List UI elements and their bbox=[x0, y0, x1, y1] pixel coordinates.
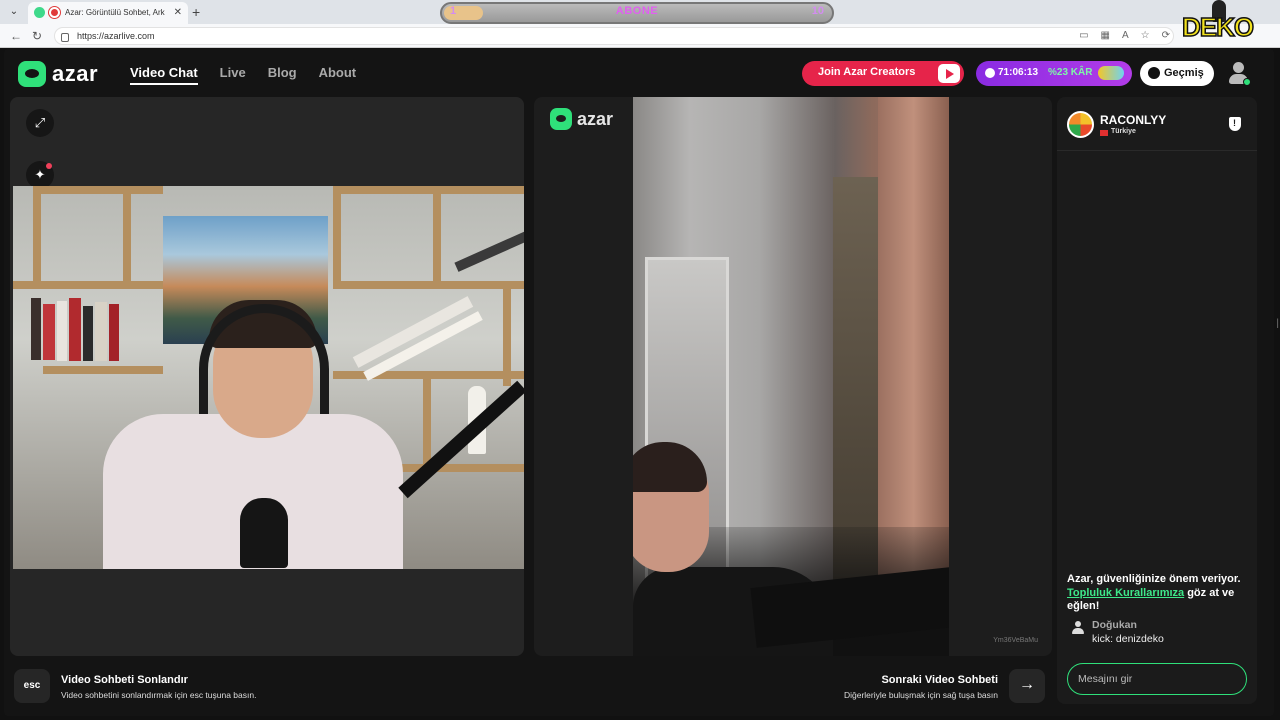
expand-icon[interactable]: ⤢ bbox=[26, 109, 54, 137]
promo-discount: %23 KÂR bbox=[1048, 67, 1093, 78]
end-chat-button[interactable]: esc bbox=[14, 669, 50, 703]
history-clock-icon bbox=[1148, 67, 1160, 79]
self-video-panel: ⤢ ✦ ☻ bbox=[10, 97, 524, 656]
safety-notice: Azar, güvenliğinize önem veriyor. Toplul… bbox=[1067, 573, 1253, 614]
partner-name: RACONLYY bbox=[1100, 113, 1167, 127]
clock-icon bbox=[985, 68, 995, 78]
join-creators-button[interactable]: Join Azar Creators bbox=[802, 61, 964, 86]
scroll-edge-marker: | bbox=[1276, 318, 1279, 329]
community-guidelines-link[interactable]: Topluluk Kurallarımıza bbox=[1067, 587, 1184, 599]
next-chat-hint: Diğerleriyle buluşmak için sağ tuşa bası… bbox=[843, 690, 998, 700]
tab-list-chevron-down-icon[interactable]: ⌄ bbox=[6, 4, 22, 20]
tab-audio-icon bbox=[34, 7, 45, 18]
session-watermark: Ym36VeBaMu bbox=[993, 637, 1038, 644]
url-field[interactable]: https://azarlive.com bbox=[54, 27, 1174, 45]
user-icon bbox=[1071, 621, 1085, 635]
deko-logo-text: DEKO bbox=[1181, 11, 1255, 43]
deko-logo: DEKO bbox=[1180, 0, 1280, 46]
profile-avatar-icon[interactable] bbox=[1226, 61, 1252, 87]
history-label: Geçmiş bbox=[1164, 67, 1204, 79]
self-camera-feed bbox=[13, 186, 524, 569]
favorite-star-icon[interactable]: ☆ bbox=[1141, 28, 1150, 44]
end-chat-hint: Video sohbetini sonlandırmak için esc tu… bbox=[61, 690, 257, 700]
camera-icon[interactable]: ▭ bbox=[1079, 28, 1088, 44]
nav-live[interactable]: Live bbox=[220, 65, 246, 85]
browser-tab[interactable]: Azar: Görüntülü Sohbet, Arka ✕ bbox=[28, 2, 188, 24]
join-creators-label: Join Azar Creators bbox=[818, 66, 916, 78]
url-text: https://azarlive.com bbox=[77, 31, 155, 41]
safety-text: Azar, güvenliğinize önem veriyor. bbox=[1067, 573, 1241, 585]
remote-camera-feed bbox=[633, 97, 949, 656]
microphone bbox=[240, 498, 288, 568]
lock-icon bbox=[61, 33, 69, 42]
chat-header: RACONLYY Türkiye bbox=[1057, 97, 1257, 151]
azar-page: azar Video Chat Live Blog About Join Aza… bbox=[4, 49, 1274, 716]
next-chat-arrow-icon[interactable]: → bbox=[1009, 669, 1045, 703]
browser-tab-bar: ⌄ Azar: Görüntülü Sohbet, Arka ✕ + 1 ABO… bbox=[0, 0, 1280, 24]
next-chat-title: Sonraki Video Sohbeti bbox=[881, 674, 998, 686]
azar-logo-icon bbox=[550, 108, 572, 130]
azar-logo[interactable]: azar bbox=[18, 60, 98, 88]
gems-icon bbox=[1098, 66, 1124, 80]
subscribe-progress-bar: 1 ABONE 10 bbox=[440, 2, 834, 24]
tab-close-icon[interactable]: ✕ bbox=[174, 5, 182, 21]
app-grid-icon[interactable]: ▦ bbox=[1101, 28, 1110, 44]
refresh-page-icon[interactable]: ⟳ bbox=[1162, 28, 1170, 44]
sparkle-effects-icon[interactable]: ✦ bbox=[26, 161, 54, 189]
message-text: kick: denizdeko bbox=[1092, 633, 1164, 645]
end-chat-title: Video Sohbeti Sonlandır bbox=[61, 674, 188, 686]
back-icon[interactable]: ← bbox=[10, 28, 22, 44]
partner-avatar[interactable] bbox=[1067, 111, 1094, 138]
partner-country: Türkiye bbox=[1111, 128, 1136, 135]
main-nav: Video Chat Live Blog About bbox=[130, 65, 356, 85]
remote-video-stage: azar Ym36VeBaMu bbox=[534, 97, 1052, 656]
azar-logo-text: azar bbox=[52, 61, 99, 86]
nav-blog[interactable]: Blog bbox=[268, 65, 297, 85]
new-tab-button[interactable]: + bbox=[192, 2, 200, 22]
read-aloud-icon[interactable]: A bbox=[1122, 28, 1129, 44]
message-sender: Doğukan bbox=[1092, 619, 1137, 631]
subscribe-progress-goal: 10 bbox=[811, 5, 824, 17]
report-shield-icon[interactable] bbox=[1229, 117, 1241, 131]
chat-message-input[interactable] bbox=[1067, 663, 1247, 695]
chat-panel: RACONLYY Türkiye Azar, güvenliğinize öne… bbox=[1057, 97, 1257, 704]
promo-countdown: 71:06:13 bbox=[998, 67, 1039, 78]
play-icon bbox=[938, 64, 960, 83]
microphone-arm bbox=[398, 380, 524, 499]
turkey-flag-icon bbox=[1100, 130, 1108, 136]
tab-title: Azar: Görüntülü Sohbet, Arka bbox=[65, 8, 165, 17]
promo-timer-button[interactable]: 71:06:13 %23 KÂR bbox=[976, 61, 1132, 86]
tab-recording-icon bbox=[49, 7, 60, 18]
address-bar: ← ↻ https://azarlive.com ▭ ▦ A ☆ ⟳ bbox=[0, 24, 1280, 48]
azar-logo-icon bbox=[18, 61, 46, 87]
address-bar-actions: ▭ ▦ A ☆ ⟳ bbox=[1079, 28, 1170, 44]
history-button[interactable]: Geçmiş bbox=[1140, 61, 1214, 86]
nav-video-chat[interactable]: Video Chat bbox=[130, 65, 198, 85]
subscribe-progress-label: ABONE bbox=[615, 5, 659, 17]
stage-azar-logo: azar bbox=[550, 108, 613, 130]
stage-logo-text: azar bbox=[577, 108, 614, 129]
nav-about[interactable]: About bbox=[319, 65, 357, 85]
reload-icon[interactable]: ↻ bbox=[32, 28, 42, 44]
